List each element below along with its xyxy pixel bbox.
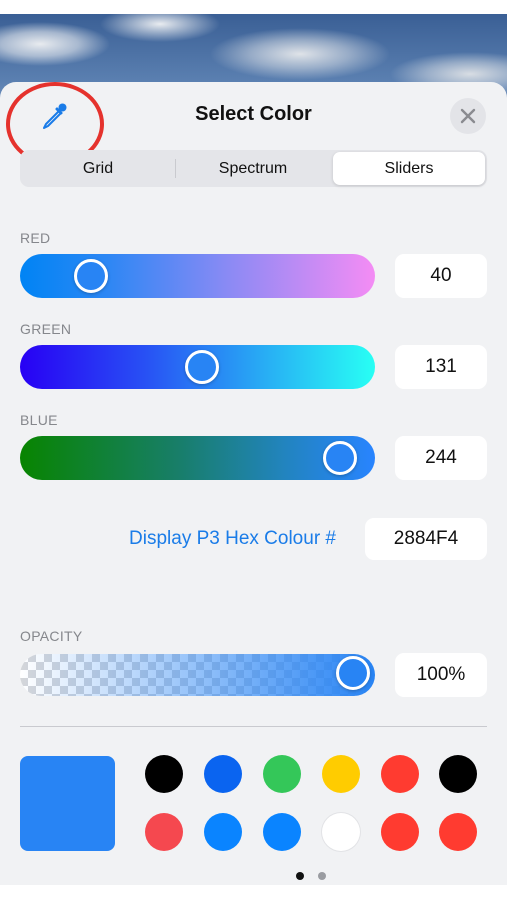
green-slider[interactable] (20, 345, 375, 389)
red-value-field[interactable]: 40 (395, 254, 487, 298)
color-swatch[interactable] (322, 813, 360, 851)
status-bar-area (0, 0, 507, 14)
red-label: RED (20, 230, 51, 246)
section-divider (20, 726, 487, 727)
page-indicator-dot[interactable] (296, 872, 304, 880)
hex-colour-label[interactable]: Display P3 Hex Colour # (0, 528, 336, 550)
blue-value-field[interactable]: 244 (395, 436, 487, 480)
color-swatch[interactable] (263, 755, 301, 793)
color-swatch[interactable] (145, 813, 183, 851)
opacity-slider-thumb[interactable] (336, 656, 370, 690)
color-swatch[interactable] (145, 755, 183, 793)
close-icon (460, 108, 476, 124)
hex-value-field[interactable]: 2884F4 (365, 518, 487, 560)
opacity-value-field[interactable]: 100% (395, 653, 487, 697)
segment-divider (175, 159, 176, 178)
color-swatch[interactable] (381, 755, 419, 793)
bottom-safe-area (0, 885, 507, 900)
tab-sliders[interactable]: Sliders (333, 152, 485, 185)
color-swatch[interactable] (381, 813, 419, 851)
red-slider[interactable] (20, 254, 375, 298)
tab-spectrum[interactable]: Spectrum (177, 152, 329, 185)
page-indicator-dot[interactable] (318, 872, 326, 880)
mode-segmented-control: Grid Spectrum Sliders (20, 150, 487, 187)
green-label: GREEN (20, 321, 72, 337)
opacity-label: OPACITY (20, 628, 83, 644)
selected-color-preview (20, 756, 115, 851)
sheet-title: Select Color (195, 103, 312, 125)
color-swatch[interactable] (204, 813, 242, 851)
color-swatch[interactable] (204, 755, 242, 793)
opacity-slider[interactable] (20, 654, 375, 696)
color-swatch[interactable] (439, 813, 477, 851)
blue-label: BLUE (20, 412, 58, 428)
green-value-field[interactable]: 131 (395, 345, 487, 389)
color-swatch[interactable] (439, 755, 477, 793)
close-button[interactable] (450, 98, 486, 134)
red-slider-thumb[interactable] (73, 259, 108, 293)
color-swatch[interactable] (322, 755, 360, 793)
opacity-gradient (20, 654, 375, 696)
green-slider-thumb[interactable] (184, 350, 219, 384)
blue-slider[interactable] (20, 436, 375, 480)
color-swatch[interactable] (263, 813, 301, 851)
blue-slider-thumb[interactable] (322, 441, 357, 475)
tab-grid[interactable]: Grid (22, 152, 174, 185)
